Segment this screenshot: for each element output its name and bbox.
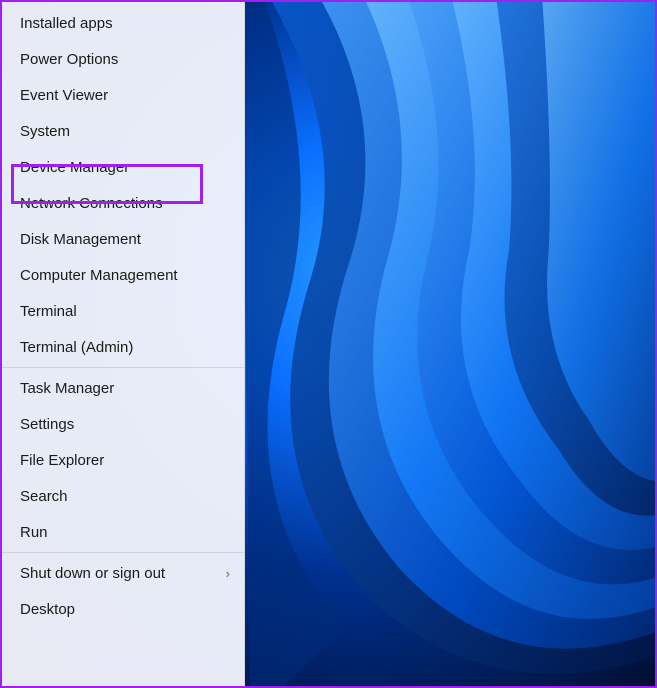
menu-item-label: Computer Management	[20, 267, 178, 284]
menu-item-label: Network Connections	[20, 195, 163, 212]
menu-item-terminal-admin[interactable]: Terminal (Admin)	[2, 329, 244, 365]
winx-context-menu: Installed apps Power Options Event Viewe…	[2, 2, 245, 686]
menu-item-label: Terminal (Admin)	[20, 339, 133, 356]
menu-item-event-viewer[interactable]: Event Viewer	[2, 77, 244, 113]
menu-item-shutdown[interactable]: Shut down or sign out ›	[2, 555, 244, 591]
menu-item-label: Terminal	[20, 303, 77, 320]
menu-item-label: System	[20, 123, 70, 140]
menu-group-3: Shut down or sign out › Desktop	[2, 555, 244, 627]
menu-item-label: Search	[20, 488, 68, 505]
menu-separator	[2, 367, 244, 368]
menu-item-label: Installed apps	[20, 15, 113, 32]
menu-item-label: Event Viewer	[20, 87, 108, 104]
menu-item-label: Disk Management	[20, 231, 141, 248]
menu-item-run[interactable]: Run	[2, 514, 244, 550]
menu-item-label: File Explorer	[20, 452, 104, 469]
menu-item-system[interactable]: System	[2, 113, 244, 149]
menu-item-label: Run	[20, 524, 48, 541]
menu-item-network-connections[interactable]: Network Connections	[2, 185, 244, 221]
menu-item-computer-management[interactable]: Computer Management	[2, 257, 244, 293]
menu-item-terminal[interactable]: Terminal	[2, 293, 244, 329]
menu-item-settings[interactable]: Settings	[2, 406, 244, 442]
menu-item-label: Desktop	[20, 601, 75, 618]
menu-group-2: Task Manager Settings File Explorer Sear…	[2, 370, 244, 550]
menu-item-installed-apps[interactable]: Installed apps	[2, 5, 244, 41]
menu-item-label: Settings	[20, 416, 74, 433]
menu-item-search[interactable]: Search	[2, 478, 244, 514]
menu-separator	[2, 552, 244, 553]
menu-item-device-manager[interactable]: Device Manager	[2, 149, 244, 185]
menu-item-disk-management[interactable]: Disk Management	[2, 221, 244, 257]
menu-item-power-options[interactable]: Power Options	[2, 41, 244, 77]
menu-item-label: Shut down or sign out	[20, 565, 165, 582]
menu-group-1: Installed apps Power Options Event Viewe…	[2, 5, 244, 365]
menu-item-label: Task Manager	[20, 380, 114, 397]
menu-item-label: Power Options	[20, 51, 118, 68]
menu-item-task-manager[interactable]: Task Manager	[2, 370, 244, 406]
menu-item-desktop[interactable]: Desktop	[2, 591, 244, 627]
menu-item-file-explorer[interactable]: File Explorer	[2, 442, 244, 478]
menu-item-label: Device Manager	[20, 159, 129, 176]
chevron-right-icon: ›	[226, 566, 230, 581]
